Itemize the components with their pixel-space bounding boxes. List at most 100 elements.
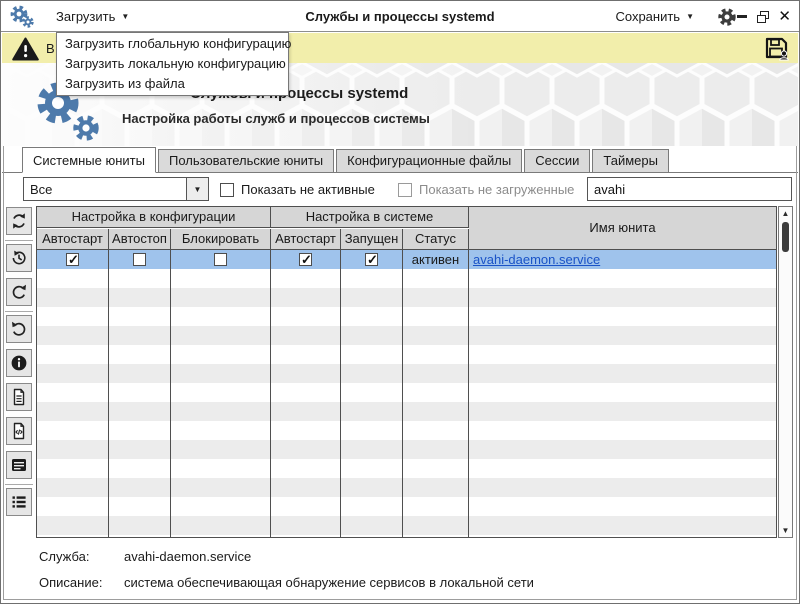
- show-unloaded-checkbox-row: Показать не загруженные: [398, 182, 574, 197]
- table-row[interactable]: активен avahi-daemon.service: [37, 250, 776, 269]
- window-inner-border: [3, 599, 797, 600]
- list-icon: [10, 493, 28, 511]
- toolbar-separator: [5, 484, 33, 485]
- empty-table-row: [37, 478, 776, 497]
- column-header-status[interactable]: Статус: [403, 229, 469, 250]
- description-label: Описание:: [39, 575, 102, 590]
- dependencies-list-button[interactable]: [6, 488, 32, 516]
- column-header-config-autostart[interactable]: Автостарт: [37, 229, 109, 250]
- save-menu-label: Сохранить: [615, 9, 680, 24]
- empty-table-row: [37, 364, 776, 383]
- scrollbar-thumb[interactable]: [782, 222, 789, 252]
- details-panel: Служба: avahi-daemon.service Описание: с…: [2, 541, 798, 598]
- redo-button[interactable]: [6, 278, 32, 306]
- empty-table-row: [37, 288, 776, 307]
- log-terminal-icon: [10, 456, 28, 474]
- window-inner-border: [3, 146, 4, 600]
- units-table: Настройка в конфигурации Настройка в сис…: [36, 206, 777, 538]
- unit-file-code-button[interactable]: [6, 417, 32, 445]
- settings-gear-icon[interactable]: [717, 7, 737, 27]
- window-controls: ✕: [736, 1, 791, 32]
- load-dropdown-menu: Загрузить глобальную конфигурацию Загруз…: [56, 32, 289, 96]
- empty-table-row: [37, 516, 776, 535]
- refresh-button[interactable]: [6, 207, 32, 235]
- tab-user-units[interactable]: Пользовательские юниты: [158, 149, 334, 172]
- empty-table-row: [37, 440, 776, 459]
- column-header-system-autostart[interactable]: Автостарт: [271, 229, 341, 250]
- tab-timers[interactable]: Таймеры: [592, 149, 669, 172]
- table-header: Настройка в конфигурации Настройка в сис…: [37, 207, 776, 250]
- show-inactive-checkbox[interactable]: [220, 183, 234, 197]
- minimize-button[interactable]: [736, 11, 748, 23]
- empty-table-row: [37, 535, 776, 538]
- combobox-arrow-button[interactable]: ▼: [186, 178, 208, 200]
- close-button[interactable]: ✕: [778, 11, 791, 23]
- scroll-down-icon[interactable]: ▼: [779, 526, 792, 535]
- system-autostart-checkbox[interactable]: [299, 253, 312, 266]
- column-header-config-block[interactable]: Блокировать: [171, 229, 271, 250]
- category-combobox[interactable]: Все ▼: [23, 177, 209, 201]
- empty-table-row: [37, 497, 776, 516]
- app-window: Загрузить ▼ Службы и процессы systemd Со…: [0, 0, 800, 604]
- refresh-icon: [10, 212, 28, 230]
- empty-table-row: [37, 383, 776, 402]
- empty-rows: [37, 269, 776, 538]
- tab-sessions[interactable]: Сессии: [524, 149, 590, 172]
- info-icon: [10, 354, 28, 372]
- config-autostop-checkbox[interactable]: [133, 253, 146, 266]
- file-icon: [10, 388, 28, 406]
- warning-icon: [12, 37, 39, 61]
- config-block-checkbox[interactable]: [214, 253, 227, 266]
- menu-item-load-global[interactable]: Загрузить глобальную конфигурацию: [57, 34, 288, 54]
- tab-strip: Системные юниты Пользовательские юниты К…: [2, 146, 798, 173]
- empty-table-row: [37, 307, 776, 326]
- save-menu-button[interactable]: Сохранить ▼: [615, 1, 694, 32]
- toolbar-separator: [5, 240, 33, 241]
- redo-icon: [10, 283, 28, 301]
- show-unloaded-checkbox: [398, 183, 412, 197]
- system-running-checkbox[interactable]: [365, 253, 378, 266]
- show-inactive-checkbox-row: Показать не активные: [220, 182, 375, 197]
- undo-button[interactable]: [6, 315, 32, 343]
- undo-icon: [10, 320, 28, 338]
- file-code-icon: [10, 422, 28, 440]
- show-inactive-label: Показать не активные: [241, 182, 375, 197]
- save-config-icon[interactable]: [764, 36, 790, 61]
- tab-config-files[interactable]: Конфигурационные файлы: [336, 149, 522, 172]
- toolbar: Загрузить ▼ Службы и процессы systemd Со…: [1, 1, 799, 32]
- search-input[interactable]: [587, 177, 792, 201]
- status-text: активен: [412, 252, 459, 267]
- group-header-config: Настройка в конфигурации: [37, 207, 271, 228]
- service-value: avahi-daemon.service: [124, 549, 251, 564]
- toolbar-separator: [5, 311, 33, 312]
- chevron-down-icon: ▼: [686, 12, 694, 21]
- tab-system-units[interactable]: Системные юниты: [22, 147, 156, 173]
- maximize-button[interactable]: [757, 11, 769, 23]
- empty-table-row: [37, 421, 776, 440]
- empty-table-row: [37, 402, 776, 421]
- group-header-system: Настройка в системе: [271, 207, 469, 228]
- window-inner-border: [796, 146, 797, 600]
- chevron-down-icon: ▼: [194, 185, 202, 194]
- column-header-unit-name[interactable]: Имя юнита: [469, 207, 776, 250]
- column-header-system-running[interactable]: Запущен: [341, 229, 403, 250]
- history-button[interactable]: [6, 244, 32, 272]
- empty-table-row: [37, 459, 776, 478]
- menu-item-load-from-file[interactable]: Загрузить из файла: [57, 74, 288, 94]
- empty-table-row: [37, 326, 776, 345]
- show-unloaded-label: Показать не загруженные: [419, 182, 574, 197]
- unit-name-link[interactable]: avahi-daemon.service: [473, 252, 600, 267]
- unit-file-button[interactable]: [6, 383, 32, 411]
- filter-bar: Все ▼ Показать не активные Показать не з…: [2, 173, 798, 206]
- empty-table-row: [37, 269, 776, 288]
- info-button[interactable]: [6, 349, 32, 377]
- scroll-up-icon[interactable]: ▲: [779, 209, 792, 218]
- warning-text: В: [46, 41, 55, 56]
- banner-subtitle: Настройка работы служб и процессов систе…: [122, 111, 430, 126]
- description-value: система обеспечивающая обнаружение серви…: [124, 575, 534, 590]
- column-header-config-autostop[interactable]: Автостоп: [109, 229, 171, 250]
- config-autostart-checkbox[interactable]: [66, 253, 79, 266]
- table-vertical-scrollbar[interactable]: ▲ ▼: [778, 206, 793, 538]
- menu-item-load-local[interactable]: Загрузить локальную конфигурацию: [57, 54, 288, 74]
- log-button[interactable]: [6, 451, 32, 479]
